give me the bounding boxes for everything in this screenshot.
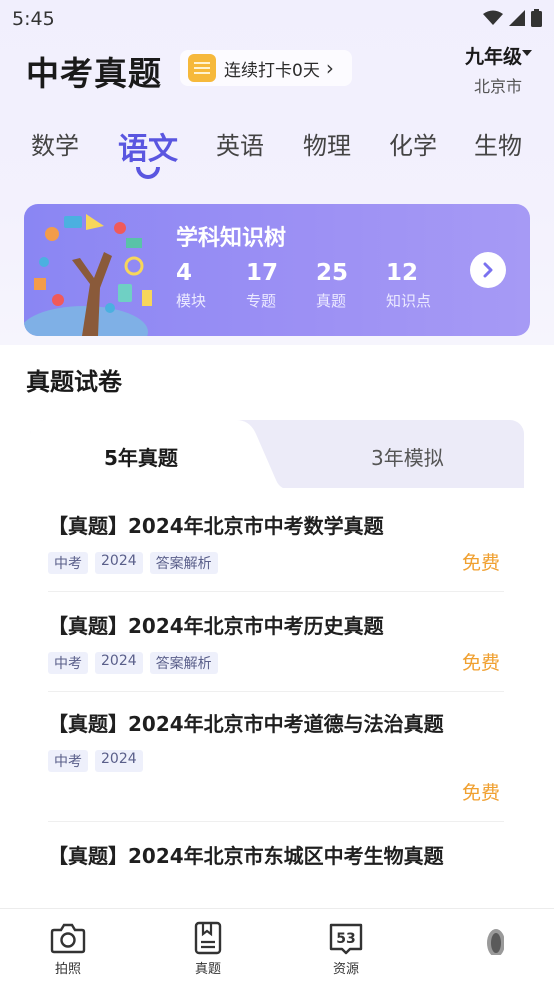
tab-physics[interactable]: 物理 [303,126,351,161]
paper-title: 【真题】2024年北京市东城区中考生物真题 [48,844,444,868]
tag: 答案解析 [149,652,218,674]
nav-item-resources[interactable]: 53 资源 [316,921,376,977]
tab-5-year-exams[interactable]: 5年真题 [104,442,178,471]
stat-exams: 25 真题 [316,260,348,311]
list-item[interactable]: 【真题】2024年北京市中考道德与法治真题 中考 2024 免费 [48,708,504,822]
subject-tabs: 数学 语文 英语 物理 化学 生物 [0,118,554,188]
stat-label: 知识点 [386,292,432,310]
stat-value: 4 [176,260,193,286]
tag: 中考 [48,652,88,674]
paper-tabs: 5年真题 3年模拟 [30,420,524,490]
tag: 中考 [48,552,88,574]
stat-knowledge-points: 12 知识点 [386,260,431,311]
caret-down-icon [522,50,532,56]
list-item[interactable]: 【真题】2024年北京市东城区中考生物真题 [48,840,504,908]
price-label: 免费 [461,782,500,804]
chevron-right-icon: › [325,56,334,80]
page-title: 中考真题 [26,54,162,93]
chevron-right-icon [483,262,493,278]
status-time: 5:45 [12,8,55,30]
tab-chinese[interactable]: 语文 [118,124,178,168]
list-item[interactable]: 【真题】2024年北京市中考历史真题 中考 2024 答案解析 免费 [48,610,504,692]
nav-item-profile[interactable] [456,921,516,958]
profile-icon [487,929,504,955]
tag-row: 中考 2024 答案解析 [48,652,504,674]
stat-modules: 4 模块 [176,260,206,311]
tab-chemistry[interactable]: 化学 [389,126,437,161]
knowledge-tree-title: 学科知识树 [176,226,287,251]
battery-icon [531,9,542,27]
knowledge-tree-arrow-button[interactable] [470,252,506,288]
city-label[interactable]: 北京市 [474,73,522,97]
app-header: 中考真题 连续打卡0天 › 九年级 北京市 [0,40,554,100]
tag: 2024 [95,652,143,674]
status-icons [483,9,542,27]
nav-item-exams[interactable]: 真题 [178,921,238,977]
price-label: 免费 [461,652,500,674]
paper-title: 【真题】2024年北京市中考数学真题 [48,514,384,538]
checkin-label: 连续打卡0天 [224,60,320,81]
stat-label: 模块 [176,292,207,310]
stat-value: 12 [386,260,419,286]
stat-topics: 17 专题 [246,260,278,311]
active-tab-indicator [136,167,160,179]
bottom-nav: 拍照 真题 53 资源 [0,908,554,984]
tag-row: 中考 2024 [48,750,504,772]
camera-icon [50,923,86,954]
tag-row: 中考 2024 答案解析 [48,552,504,574]
knowledge-tree-illustration [24,214,152,336]
resource-icon-text: 53 [336,931,355,947]
knowledge-tree-card[interactable]: 学科知识树 4 模块 17 专题 25 真题 12 知识点 [24,204,530,336]
stat-value: 17 [246,260,279,286]
nav-label: 真题 [194,962,221,977]
nav-label: 拍照 [54,962,81,977]
exam-book-icon [194,921,222,955]
stat-label: 专题 [246,292,277,310]
tag: 中考 [48,750,88,772]
paper-title: 【真题】2024年北京市中考历史真题 [48,614,384,638]
checkin-button[interactable]: 连续打卡0天 › [180,50,352,86]
paper-title: 【真题】2024年北京市中考道德与法治真题 [48,712,444,736]
stat-label: 真题 [316,292,347,310]
tab-math[interactable]: 数学 [31,126,79,161]
tag: 2024 [95,750,143,772]
resource-53-icon: 53 [329,923,363,955]
status-bar: 5:45 [0,0,554,38]
tab-english[interactable]: 英语 [216,126,264,161]
tab-3-year-mock[interactable]: 3年模拟 [371,442,444,471]
price-label: 免费 [461,552,500,574]
list-item[interactable]: 【真题】2024年北京市中考数学真题 中考 2024 答案解析 免费 [48,510,504,592]
nav-item-camera[interactable]: 拍照 [38,921,98,977]
tag: 答案解析 [149,552,218,574]
tag: 2024 [95,552,143,574]
stat-value: 25 [316,260,349,286]
nav-label: 资源 [332,962,359,977]
grade-label: 九年级 [464,46,522,68]
papers-section-title: 真题试卷 [26,368,122,396]
signal-icon [509,10,525,26]
tab-biology[interactable]: 生物 [474,126,522,161]
wifi-icon [483,10,503,25]
calendar-icon [188,54,216,82]
